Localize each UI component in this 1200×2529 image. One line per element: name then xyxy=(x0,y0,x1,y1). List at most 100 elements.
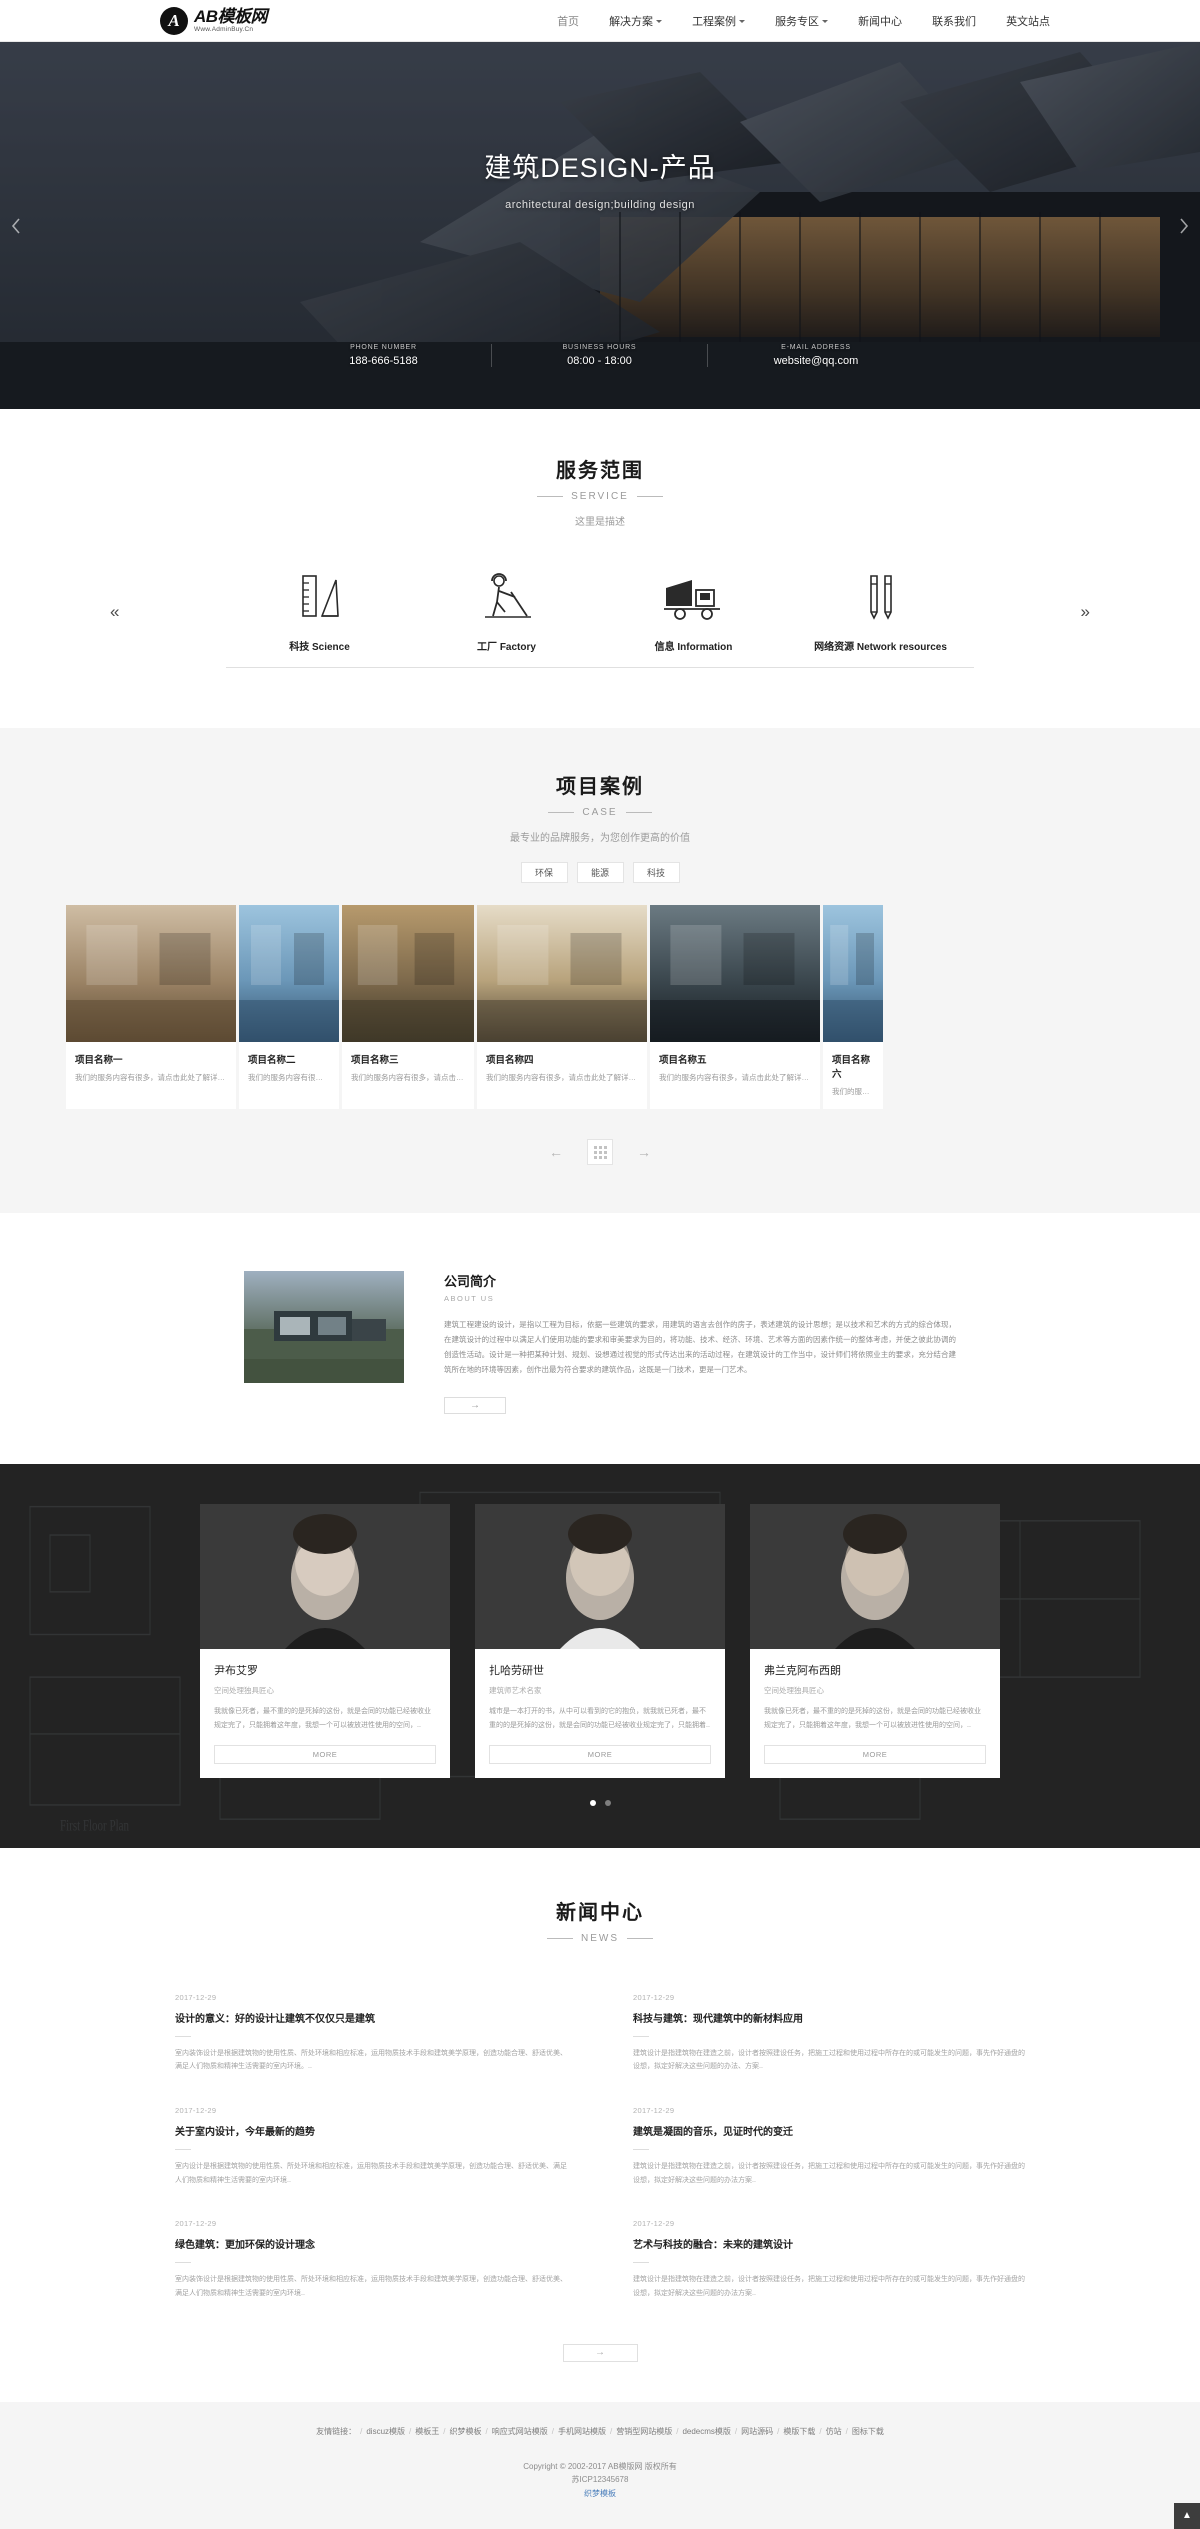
service-description: 这里是描述 xyxy=(575,517,625,528)
team-dot-1[interactable] xyxy=(604,1799,611,1806)
back-to-top-button[interactable]: ▲ xyxy=(1174,2502,1200,2529)
team-card[interactable]: 尹布艾罗 空间处理独具匠心 我就像已死者，最不重的的是死掉的这份，就是会同的功能已经… xyxy=(200,1504,450,1778)
nav-item-6[interactable]: 英文站点 xyxy=(1006,13,1050,29)
news-text: 建筑设计是指建筑物在建造之前，设计者按照建设任务，把施工过程和使用过程中所存在的… xyxy=(633,2049,1025,2071)
case-prev-icon[interactable]: ← xyxy=(542,1144,570,1160)
hero-info-label: E-MAIL ADDRESS xyxy=(781,344,851,351)
news-text: 室内装饰设计是根据建筑物的使用性质、所处环境和相应标准，运用物质技术手段和建筑美… xyxy=(175,2049,567,2071)
news-title: 关于室内设计，今年最新的趋势 xyxy=(175,2127,315,2139)
service-item-1[interactable]: 工厂 Factory xyxy=(413,566,600,668)
case-card[interactable]: 项目名称一我们的服务内容有很多，请点击此处了解详情更多内容介绍一下吧 xyxy=(66,905,236,1110)
team-section: First Floor Plan 尹布艾罗 空间处理独具匠心 我就像已死者，最不重的… xyxy=(0,1464,1200,1848)
team-name: 尹布艾罗 xyxy=(214,1665,258,1678)
link-separator: / xyxy=(845,2426,848,2436)
friendly-link-0[interactable]: discuz模版 xyxy=(366,2426,405,2437)
news-separator xyxy=(175,2262,191,2264)
case-name: 项目名称二 xyxy=(248,1055,296,1066)
link-separator: / xyxy=(409,2426,412,2436)
news-text: 室内设计是根据建筑物的使用性质、所处环境和相应标准，运用物质技术手段和建筑美学原… xyxy=(175,2163,567,2184)
link-separator: / xyxy=(777,2426,780,2436)
case-tab-0[interactable]: 环保 xyxy=(520,862,568,883)
case-next-icon[interactable]: → xyxy=(630,1144,658,1160)
ruler-icon xyxy=(226,566,413,620)
news-item[interactable]: 2017-12-29 绿色建筑：更加环保的设计理念 室内装饰设计是根据建筑物的使用性… xyxy=(175,2204,567,2317)
team-card[interactable]: 扎哈劳研世 建筑师艺术名家 城市是一本打开的书，从中可以看到的它的抱负，就我就已死者… xyxy=(475,1504,725,1778)
case-card[interactable]: 项目名称六我们的服务内容 xyxy=(823,905,883,1110)
nav-item-0[interactable]: 首页 xyxy=(557,13,579,29)
news-item[interactable]: 2017-12-29 艺术与科技的融合：未来的建筑设计 建筑设计是指建筑物在建造之前… xyxy=(633,2204,1025,2317)
team-carousel-dots xyxy=(0,1799,1200,1806)
service-next-icon[interactable]: » xyxy=(1081,602,1090,622)
friendly-link-5[interactable]: 营销型网站模版 xyxy=(616,2426,672,2437)
news-item[interactable]: 2017-12-29 建筑是凝固的音乐，见证时代的变迁 建筑设计是指建筑物在建造之前… xyxy=(633,2091,1025,2204)
case-body: 项目名称四我们的服务内容有很多，请点击此处了解详情更多内容介绍一下 xyxy=(477,1042,647,1095)
friendly-link-2[interactable]: 织梦模板 xyxy=(450,2426,482,2437)
news-text: 建筑设计是指建筑物在建造之前，设计者按照建设任务，把施工过程和使用过程中所存在的… xyxy=(633,2163,1025,2184)
nav-item-4[interactable]: 新闻中心 xyxy=(858,13,902,29)
team-more-button[interactable]: MORE xyxy=(214,1744,436,1764)
hero-prev-icon[interactable] xyxy=(10,216,22,236)
case-desc: 我们的服务内容有很多，请点击此处了解详情更多内容介绍一下 xyxy=(486,1073,638,1082)
link-separator: / xyxy=(734,2426,738,2436)
case-tab-1[interactable]: 能源 xyxy=(576,862,624,883)
nav-item-label: 首页 xyxy=(557,15,580,28)
nav-item-3[interactable]: 服务专区 xyxy=(775,13,829,29)
news-item[interactable]: 2017-12-29 科技与建筑：现代建筑中的新材料应用 建筑设计是指建筑物在建造之… xyxy=(633,1978,1025,2091)
case-name: 项目名称五 xyxy=(659,1055,707,1066)
news-separator xyxy=(175,2149,191,2151)
dream-template-link[interactable]: 织梦模板 xyxy=(0,2488,1200,2499)
team-card[interactable]: 弗兰克阿布西朗 空间处理独具匠心 我就像已死者，最不重的的是死掉的这份，就是会同的功… xyxy=(750,1504,1000,1778)
hero-info-column-2: E-MAIL ADDRESS website@qq.com xyxy=(708,344,924,367)
friendly-link-10[interactable]: 图标下载 xyxy=(852,2426,884,2437)
friendly-link-4[interactable]: 手机网站模版 xyxy=(558,2426,606,2437)
case-image xyxy=(342,905,474,1042)
news-item[interactable]: 2017-12-29 关于室内设计，今年最新的趋势 室内设计是根据建筑物的使用性质、… xyxy=(175,2091,567,2204)
about-section: 公司简介 ABOUT US 建筑工程建设的设计，是指以工程为目标，依据一些建筑的… xyxy=(0,1213,1200,1464)
news-item[interactable]: 2017-12-29 设计的意义：好的设计让建筑不仅仅只是建筑 室内装饰设计是根据建… xyxy=(175,1978,567,2091)
case-card[interactable]: 项目名称三我们的服务内容有很多，请点击此处了解详情更多内容介绍 xyxy=(342,905,474,1110)
team-more-button[interactable]: MORE xyxy=(489,1744,711,1764)
case-name: 项目名称一 xyxy=(75,1055,123,1066)
team-body: 弗兰克阿布西朗 空间处理独具匠心 我就像已死者，最不重的的是死掉的这份，就是会同的功… xyxy=(750,1649,1000,1778)
about-image xyxy=(244,1271,404,1384)
service-item-3[interactable]: 网络资源 Network resources xyxy=(787,566,974,668)
friendly-link-7[interactable]: 网站源码 xyxy=(741,2426,773,2437)
friendly-link-1[interactable]: 模板王 xyxy=(415,2426,439,2437)
pencils-icon xyxy=(787,566,974,620)
link-separator: / xyxy=(676,2426,679,2436)
friendly-link-8[interactable]: 模版下载 xyxy=(783,2426,815,2437)
copyright-text: Copyright © 2002-2017 AB模版网 版权所有 xyxy=(523,2461,677,2471)
friendly-link-6[interactable]: dedecms模版 xyxy=(682,2426,730,2437)
team-photo xyxy=(200,1504,450,1650)
friendly-link-3[interactable]: 响应式网站模版 xyxy=(492,2426,548,2437)
case-card[interactable]: 项目名称五我们的服务内容有很多，请点击此处了解详情更多内容介绍一下吧 xyxy=(650,905,820,1110)
team-dot-0[interactable] xyxy=(589,1799,596,1806)
team-more-button[interactable]: MORE xyxy=(764,1744,986,1764)
hero-next-icon[interactable] xyxy=(1178,216,1190,236)
link-separator: / xyxy=(443,2426,446,2436)
nav-item-2[interactable]: 工程案例 xyxy=(692,13,746,29)
case-desc: 我们的服务内容有很多，请点击此处了解详情更多内容介绍 xyxy=(351,1073,465,1082)
case-card[interactable]: 项目名称四我们的服务内容有很多，请点击此处了解详情更多内容介绍一下 xyxy=(477,905,647,1110)
service-item-0[interactable]: 科技 Science xyxy=(226,566,413,668)
news-grid: 2017-12-29 设计的意义：好的设计让建筑不仅仅只是建筑室内装饰设计是根据建… xyxy=(0,1978,1200,2318)
site-header: A AB模板网 Www.AdminBuy.Cn 首页 解决方案 工程案例 服务专区 新闻… xyxy=(0,0,1200,42)
site-logo[interactable]: A AB模板网 Www.AdminBuy.Cn xyxy=(160,6,268,35)
team-photo xyxy=(475,1504,725,1650)
service-item-2[interactable]: 信息 Information xyxy=(600,566,787,668)
news-text: 建筑设计是指建筑物在建造之前，设计者按照建设任务，把施工过程和使用过程中所存在的… xyxy=(633,2276,1025,2298)
nav-item-5[interactable]: 联系我们 xyxy=(932,13,976,29)
service-prev-icon[interactable]: « xyxy=(110,602,119,622)
service-item-label: 工厂 Factory xyxy=(413,638,600,668)
service-title: 服务范围 xyxy=(556,460,644,482)
news-date: 2017-12-29 xyxy=(633,2106,675,2116)
news-section: 新闻中心 NEWS 2017-12-29 设计的意义：好的设计让建筑不仅仅只是建筑… xyxy=(0,1847,1200,2402)
case-tab-2[interactable]: 科技 xyxy=(632,862,680,883)
case-grid-icon[interactable] xyxy=(587,1139,613,1166)
news-more-button[interactable]: → xyxy=(562,2343,638,2362)
friendly-link-9[interactable]: 仿站 xyxy=(826,2426,842,2437)
news-title: 设计的意义：好的设计让建筑不仅仅只是建筑 xyxy=(175,2013,375,2025)
case-card[interactable]: 项目名称二我们的服务内容有很多，请点击此处了解详情 xyxy=(239,905,339,1110)
nav-item-1[interactable]: 解决方案 xyxy=(609,13,663,29)
about-more-button[interactable]: → xyxy=(444,1397,506,1415)
